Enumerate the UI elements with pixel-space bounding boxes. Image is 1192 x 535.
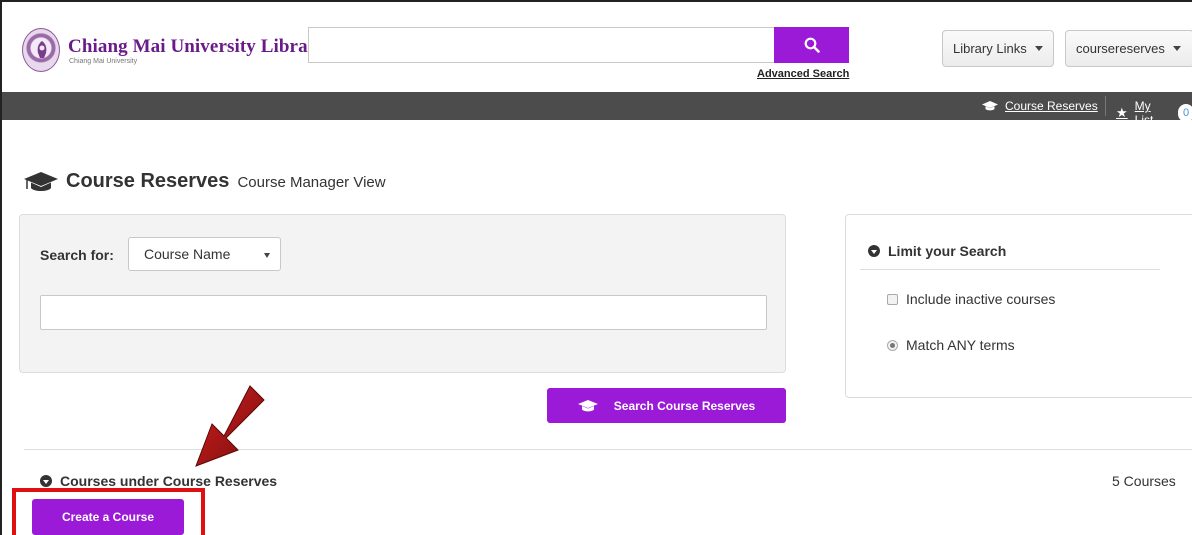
include-inactive-checkbox[interactable] xyxy=(887,293,898,305)
page-title-main: Course Reserves xyxy=(66,170,230,192)
library-links-dropdown[interactable]: Library Links xyxy=(942,30,1054,67)
graduation-cap-icon xyxy=(24,172,58,191)
my-list-nav-label: My List xyxy=(1134,99,1154,127)
top-navbar: Course Reserves ★ My List 0 xyxy=(2,92,1192,127)
search-icon xyxy=(804,37,820,53)
nav-divider xyxy=(1105,96,1106,116)
limit-search-toggle[interactable]: Limit your Search xyxy=(868,243,1006,259)
user-account-dropdown[interactable]: coursereserves xyxy=(1065,30,1192,67)
star-icon: ★ xyxy=(1116,105,1128,120)
chevron-down-icon xyxy=(1172,46,1181,51)
courses-count: 5 Courses xyxy=(1112,473,1176,489)
library-subname: Chiang Mai University xyxy=(69,58,138,65)
circle-chevron-down-icon xyxy=(40,475,52,487)
page-frame: Chiang Mai University Library Chiang Mai… xyxy=(0,0,1192,535)
courses-section-toggle[interactable]: Courses under Course Reserves xyxy=(40,473,277,489)
circle-chevron-down-icon xyxy=(868,245,880,257)
limit-search-title: Limit your Search xyxy=(888,243,1007,259)
my-list-count-badge: 0 xyxy=(1178,104,1192,122)
match-any-radio[interactable] xyxy=(887,339,898,351)
course-reserves-nav-link[interactable]: Course Reserves xyxy=(982,99,1098,113)
annotation-arrow-icon xyxy=(195,385,265,467)
search-field-selected-value: Course Name xyxy=(144,246,231,262)
page-title: Course Reserves Course Manager View xyxy=(66,170,386,193)
global-search-input[interactable] xyxy=(308,27,775,63)
search-course-reserves-button[interactable]: Search Course Reserves xyxy=(547,388,786,423)
global-search-button[interactable] xyxy=(774,27,849,63)
site-header: Chiang Mai University Library Chiang Mai… xyxy=(2,2,1192,92)
library-links-label: Library Links xyxy=(953,41,1027,56)
limit-divider xyxy=(860,269,1160,270)
search-field-select[interactable]: Course Name xyxy=(128,237,281,271)
graduation-cap-icon xyxy=(577,399,598,411)
seal-emblem-icon xyxy=(37,41,47,58)
advanced-search-link[interactable]: Advanced Search xyxy=(757,68,849,80)
match-any-label: Match ANY terms xyxy=(906,337,1015,353)
user-account-label: coursereserves xyxy=(1076,41,1165,56)
match-any-option[interactable]: Match ANY terms xyxy=(887,337,1015,353)
chevron-down-icon xyxy=(264,253,270,258)
course-reserves-nav-label: Course Reserves xyxy=(1005,99,1098,113)
annotation-highlight-box xyxy=(12,488,205,535)
courses-section-heading: Courses under Course Reserves xyxy=(60,473,278,489)
course-search-input[interactable] xyxy=(40,295,767,330)
my-list-nav-link[interactable]: ★ My List 0 xyxy=(1116,99,1192,127)
include-inactive-option[interactable]: Include inactive courses xyxy=(887,291,1055,307)
graduation-cap-icon xyxy=(982,101,998,111)
page-subtitle: Course Manager View xyxy=(237,174,386,191)
limit-search-panel: Limit your Search Include inactive cours… xyxy=(845,214,1192,398)
university-seal-logo[interactable] xyxy=(22,28,60,72)
library-name[interactable]: Chiang Mai University Library xyxy=(68,36,326,58)
search-for-label: Search for: xyxy=(40,247,114,263)
include-inactive-label: Include inactive courses xyxy=(906,291,1056,307)
chevron-down-icon xyxy=(1034,46,1043,51)
course-search-panel: Search for: Course Name xyxy=(19,214,786,373)
search-course-reserves-label: Search Course Reserves xyxy=(613,398,756,413)
